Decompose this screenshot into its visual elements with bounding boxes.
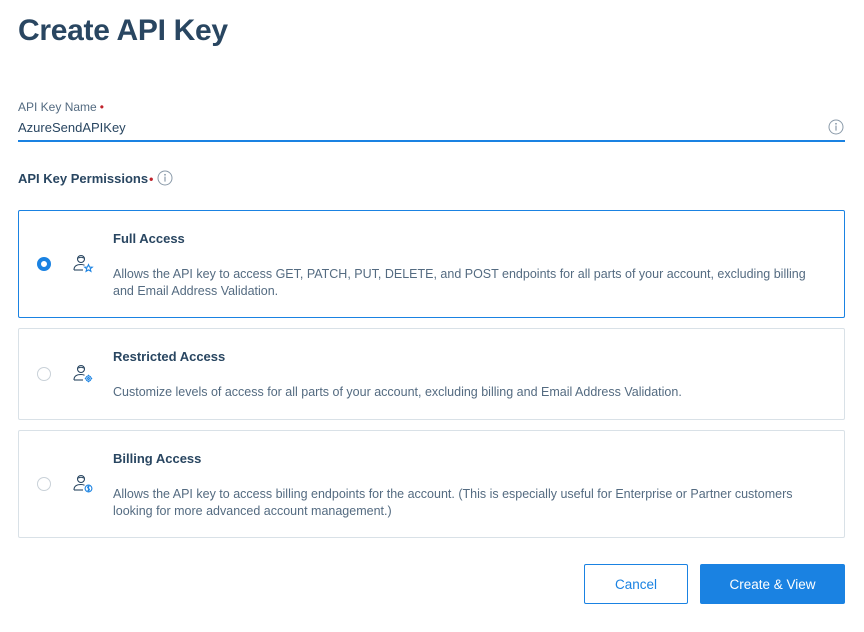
billing-access-radio[interactable] xyxy=(37,477,51,491)
user-gear-icon xyxy=(72,363,94,385)
cancel-button[interactable]: Cancel xyxy=(584,564,688,604)
billing-access-description: Allows the API key to access billing end… xyxy=(113,487,793,518)
billing-access-title: Billing Access xyxy=(113,451,202,466)
restricted-access-description: Customize levels of access for all parts… xyxy=(113,385,682,399)
user-dollar-icon xyxy=(72,473,94,495)
restricted-access-radio[interactable] xyxy=(37,367,51,381)
info-circle-icon[interactable] xyxy=(157,170,173,186)
api-key-name-field-wrapper xyxy=(18,116,845,142)
restricted-access-title: Restricted Access xyxy=(113,349,226,364)
api-key-name-label-text: API Key Name xyxy=(18,100,97,114)
create-and-view-button[interactable]: Create & View xyxy=(700,564,845,604)
option-restricted-access[interactable]: Restricted Access Customize levels of ac… xyxy=(18,328,845,420)
api-key-name-input[interactable] xyxy=(18,116,808,138)
permissions-label-text: API Key Permissions xyxy=(18,171,149,186)
full-access-description: Allows the API key to access GET, PATCH,… xyxy=(113,267,806,298)
required-indicator: • xyxy=(99,100,104,114)
api-key-name-label: API Key Name • xyxy=(18,100,104,114)
permissions-label: API Key Permissions• xyxy=(18,171,153,186)
info-circle-icon[interactable] xyxy=(828,119,844,135)
full-access-radio[interactable] xyxy=(37,257,51,271)
option-billing-access[interactable]: Billing Access Allows the API key to acc… xyxy=(18,430,845,538)
page-title: Create API Key xyxy=(18,14,228,47)
full-access-title: Full Access xyxy=(113,231,185,246)
required-indicator: • xyxy=(149,172,154,186)
user-star-icon xyxy=(72,253,94,275)
option-full-access[interactable]: Full Access Allows the API key to access… xyxy=(18,210,845,318)
